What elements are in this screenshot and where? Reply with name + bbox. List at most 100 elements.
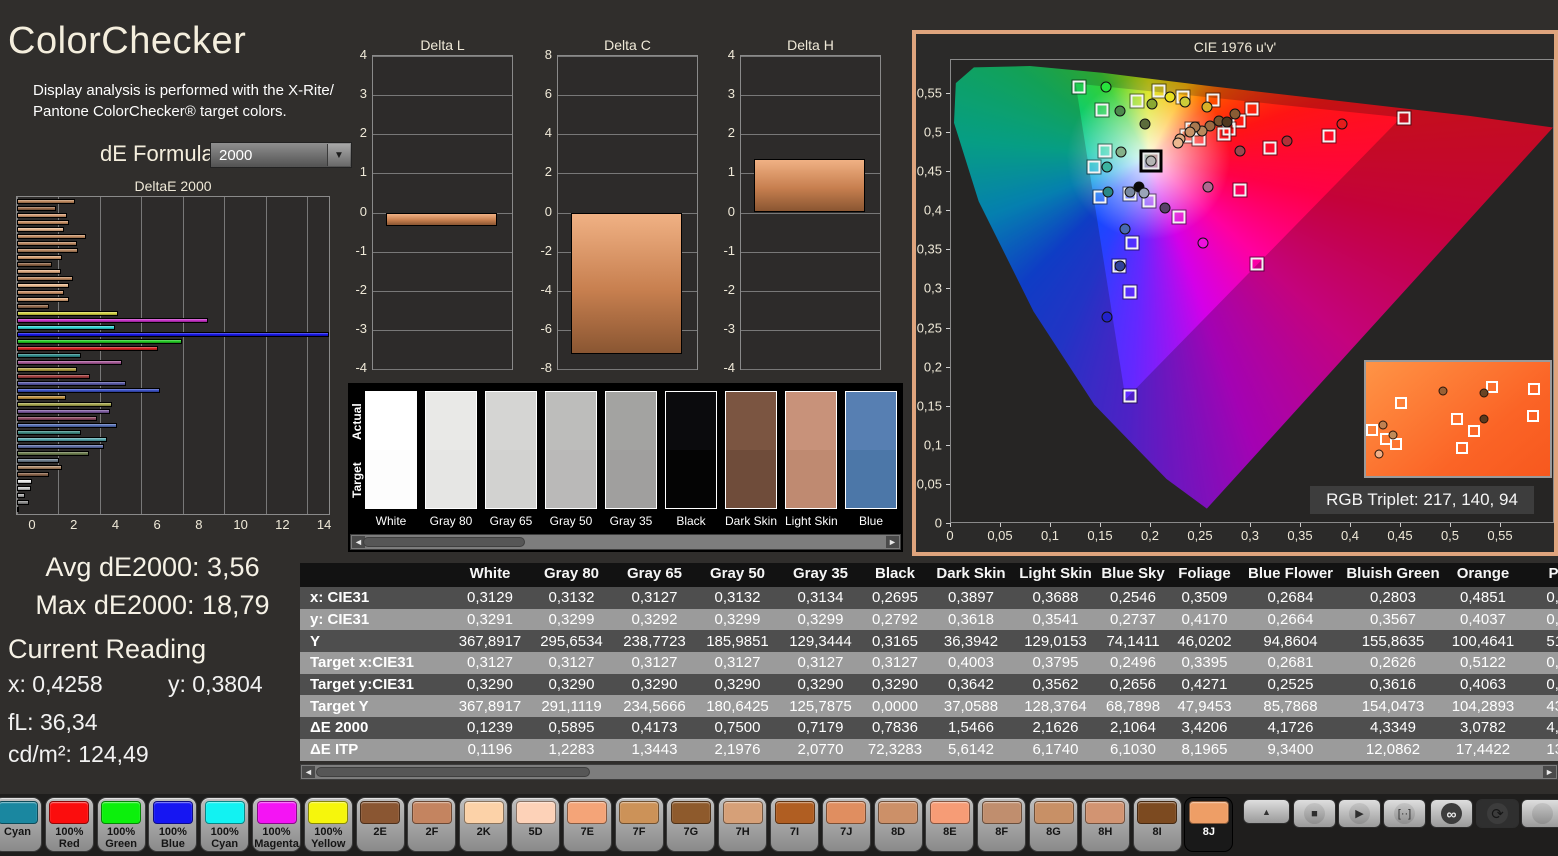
range-button[interactable]: [··] (1383, 799, 1426, 828)
deltae-bar (17, 213, 68, 218)
patch-button-8i[interactable]: 8I (1132, 797, 1182, 852)
table-cell: 3,0782 (1460, 719, 1506, 737)
infinity-button[interactable]: ∞ (1430, 799, 1473, 828)
table-cell: 0,21 (1546, 611, 1558, 629)
indicator-button[interactable] (1521, 799, 1558, 828)
cie-target-marker (1250, 257, 1264, 271)
patch-button-7f[interactable]: 7F (614, 797, 664, 852)
inset-target-marker (1456, 442, 1469, 455)
table-cell: 17,4422 (1455, 741, 1511, 759)
deltae-bar-row (17, 430, 329, 435)
swatch-target (546, 450, 596, 508)
deltae-bar (17, 227, 65, 232)
cie-measured-marker (1336, 118, 1348, 129)
patch-button-2f[interactable]: 2F (407, 797, 457, 852)
cie-current-dot (1145, 155, 1157, 167)
delta-tick-label: 8 (544, 47, 552, 62)
swatch-actual (726, 392, 776, 450)
patch-button-100-blue[interactable]: 100% Blue (148, 797, 198, 852)
patch-button-100-magenta[interactable]: 100% Magenta (252, 797, 301, 852)
patch-button-8g[interactable]: 8G (1029, 797, 1078, 852)
swatch-label: Gray 65 (489, 514, 533, 528)
cie-measured-marker (1179, 96, 1191, 108)
patch-button-cyan[interactable]: Cyan (0, 797, 42, 852)
patch-button-8e[interactable]: 8E (925, 797, 975, 852)
refresh-button[interactable]: ⟳ (1476, 799, 1519, 828)
deltae-bar (17, 346, 158, 351)
cie-x-tick (1450, 523, 1451, 527)
scroll-thumb[interactable] (363, 537, 525, 547)
table-row: x: CIE31 0,3129 0,3132 0,3127 0,3132 0,3134 0,… (300, 587, 1558, 609)
patch-button-7j[interactable]: 7J (821, 797, 871, 852)
cie-target-marker (1098, 144, 1112, 158)
delta-tick-label: 2 (544, 164, 552, 180)
deltae-bar (17, 430, 81, 435)
actual-row-label: Actual (350, 403, 364, 441)
table-cell: 185,9851 (706, 632, 769, 650)
table-column-header: Black (874, 565, 916, 583)
patch-button-100-green[interactable]: 100% Green (96, 797, 146, 852)
table-cell: 155,8635 (1361, 632, 1425, 650)
patch-label: Cyan (4, 826, 31, 838)
table-cell: 0,2695 (872, 589, 918, 607)
patch-button-8j[interactable]: 8J (1184, 797, 1234, 852)
infinity-icon: ∞ (1441, 803, 1462, 824)
table-cell: 2,1064 (1110, 719, 1156, 737)
patch-button-7e[interactable]: 7E (562, 797, 612, 852)
patch-button-8h[interactable]: 8H (1080, 797, 1130, 852)
patch-label: 7J (840, 826, 853, 838)
cie-target-marker (1130, 94, 1144, 108)
patch-button-7g[interactable]: 7G (666, 797, 716, 852)
swatch-pair (545, 391, 597, 509)
cie-target-marker (1172, 210, 1186, 224)
patch-button-8f[interactable]: 8F (977, 797, 1027, 852)
table-cell: 0,3897 (948, 589, 994, 607)
deltae-bar-row (17, 339, 329, 344)
stop-button[interactable]: ■ (1293, 799, 1336, 828)
deltae-bar (17, 374, 90, 379)
scroll-up-button[interactable]: ▲ (1243, 799, 1290, 824)
patch-button-8d[interactable]: 8D (873, 797, 923, 852)
table-cell: 0,3509 (1181, 589, 1228, 607)
scroll-right-icon[interactable]: ► (886, 536, 899, 548)
delta-tick-label: 6 (544, 86, 552, 102)
swatch-strip-panel: Actual Target White Gray 80 Gray 65 Gray 50… (348, 383, 903, 552)
patch-button-100-cyan[interactable]: 100% Cyan (200, 797, 250, 852)
patch-button-100-yellow[interactable]: 100% Yellow (303, 797, 353, 852)
swatch-target (786, 450, 836, 508)
patch-button-5d[interactable]: 5D (511, 797, 560, 852)
table-cell: 295,6534 (540, 632, 603, 650)
patch-button-100-red[interactable]: 100% Red (44, 797, 94, 852)
cie-target-marker (1397, 111, 1411, 125)
inset-measured-marker (1378, 420, 1388, 430)
target-row-label: Target (350, 462, 364, 498)
delta-tick-label: 2 (359, 125, 367, 141)
scroll-left-icon[interactable]: ◄ (302, 766, 315, 778)
swatch-pair (725, 391, 777, 509)
patch-button-2e[interactable]: 2E (355, 797, 405, 852)
table-cell: 0,7500 (714, 719, 761, 737)
cie-x-tick-label: 0,55 (1487, 528, 1513, 543)
table-cell: 9,3400 (1267, 741, 1314, 759)
patch-button-7h[interactable]: 7H (718, 797, 768, 852)
play-button[interactable]: ▶ (1338, 799, 1381, 828)
table-cell: 0,7836 (872, 719, 918, 737)
patch-label: 8H (1098, 826, 1113, 838)
table-cell: 4,3349 (1370, 719, 1416, 737)
de-formula-dropdown[interactable]: 2000 ▼ (210, 142, 352, 168)
delta-gridline (741, 212, 880, 214)
cie-x-tick-label: 0,15 (1087, 528, 1113, 543)
swatch-pair (665, 391, 717, 509)
swatch-target (366, 450, 416, 508)
current-reading-title: Current Reading (8, 634, 207, 664)
cie-measured-marker (1139, 118, 1151, 129)
table-cell: 0,3290 (797, 676, 844, 694)
cie-y-tick-label: 0,4 (923, 202, 942, 218)
scroll-right-icon[interactable]: ► (1543, 766, 1556, 778)
cie-zoom-inset (1364, 360, 1552, 478)
patch-button-7i[interactable]: 7I (770, 797, 819, 852)
table-cell: 0,5895 (548, 719, 595, 737)
cie-y-tick (946, 444, 950, 446)
scroll-thumb[interactable] (316, 767, 590, 777)
patch-button-2k[interactable]: 2K (459, 797, 509, 852)
